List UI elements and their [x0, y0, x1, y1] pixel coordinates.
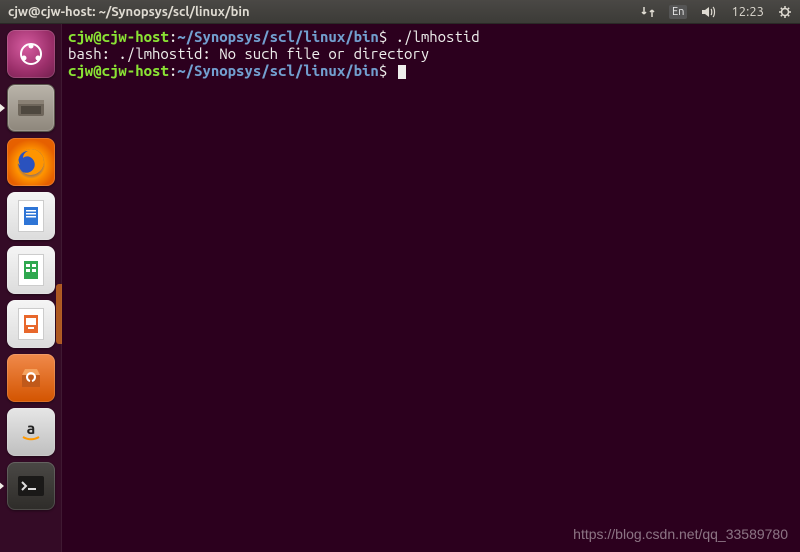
prompt-userhost: cjw@cjw-host [68, 28, 169, 45]
prompt-path: ~/Synopsys/scl/linux/bin [177, 28, 379, 45]
ubuntu-software-icon[interactable] [7, 354, 55, 402]
input-language-indicator[interactable]: En [669, 5, 687, 19]
svg-text:a: a [26, 420, 35, 438]
prompt-colon: : [169, 28, 177, 45]
terminal-line: cjw@cjw-host:~/Synopsys/scl/linux/bin$ [68, 62, 794, 79]
launcher: a [0, 24, 62, 552]
dash-icon[interactable] [7, 30, 55, 78]
terminal-line: cjw@cjw-host:~/Synopsys/scl/linux/bin$ .… [68, 28, 794, 45]
network-icon[interactable] [641, 5, 655, 19]
menubar: cjw@cjw-host: ~/Synopsys/scl/linux/bin E… [0, 0, 800, 24]
libreoffice-writer-icon[interactable] [7, 192, 55, 240]
watermark: https://blog.csdn.net/qq_33589780 [573, 526, 788, 542]
command-text: ./lmhostid [396, 28, 480, 45]
terminal-pane[interactable]: cjw@cjw-host:~/Synopsys/scl/linux/bin$ .… [62, 24, 800, 552]
window-title: cjw@cjw-host: ~/Synopsys/scl/linux/bin [8, 5, 641, 19]
amazon-icon[interactable]: a [7, 408, 55, 456]
clock[interactable]: 12:23 [731, 5, 764, 19]
prompt-symbol: $ [379, 62, 387, 79]
prompt-colon: : [169, 62, 177, 79]
volume-icon[interactable] [701, 5, 717, 19]
libreoffice-impress-icon[interactable] [7, 300, 55, 348]
terminal-icon[interactable] [7, 462, 55, 510]
libreoffice-calc-icon[interactable] [7, 246, 55, 294]
cursor [398, 65, 406, 79]
prompt-path: ~/Synopsys/scl/linux/bin [177, 62, 379, 79]
files-icon[interactable] [7, 84, 55, 132]
prompt-userhost: cjw@cjw-host [68, 62, 169, 79]
prompt-symbol: $ [379, 28, 387, 45]
terminal-output: bash: ./lmhostid: No such file or direct… [68, 45, 794, 62]
system-menu-icon[interactable] [778, 5, 792, 19]
status-area: En 12:23 [641, 5, 792, 19]
firefox-icon[interactable] [7, 138, 55, 186]
